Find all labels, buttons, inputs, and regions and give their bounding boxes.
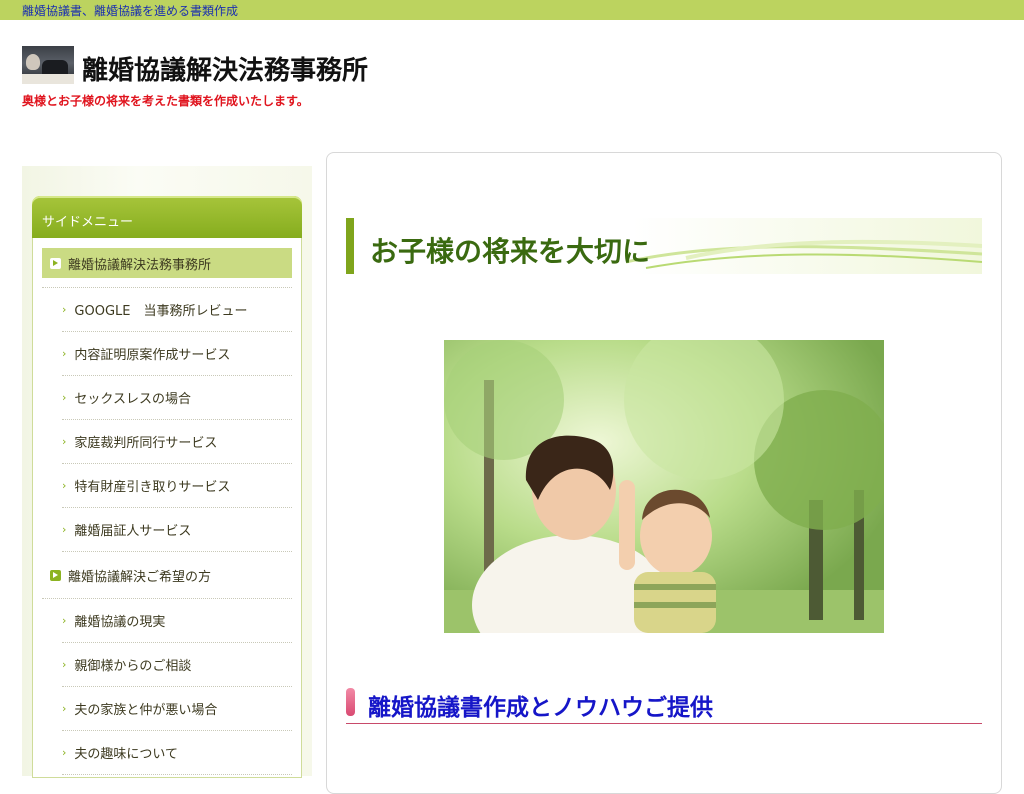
sidebar-item-label: GOOGLE 当事務所レビュー (74, 304, 248, 319)
sidebar-item[interactable]: 離婚協議解決ご希望の方 (42, 552, 292, 599)
chevron-right-icon: › (62, 303, 67, 316)
sidebar-header: サイドメニュー (32, 196, 302, 238)
section-heading: 離婚協議書作成とノウハウご提供 (346, 684, 982, 724)
sidebar-item-label: 家庭裁判所同行サービス (74, 436, 218, 451)
chevron-right-icon: › (62, 702, 67, 715)
sidebar-item[interactable]: › 夫の趣味について (62, 731, 292, 775)
sidebar-item-inner: › セックスレスの場合 (62, 388, 191, 407)
sidebar-item[interactable]: 離婚協議解決法務事務所 (42, 248, 292, 288)
sidebar-item[interactable]: › 特有財産引き取りサービス (62, 464, 292, 508)
sidebar-item[interactable]: › GOOGLE 当事務所レビュー (62, 288, 292, 332)
heading-swoosh-decoration (626, 239, 982, 269)
sidebar-item-inner: › 夫の趣味について (62, 743, 178, 762)
sidebar-item-inner: › 特有財産引き取りサービス (62, 476, 230, 495)
chevron-right-icon: › (62, 435, 67, 448)
site-title[interactable]: 離婚協議解決法務事務所 (82, 50, 368, 87)
sidebar-item-inner: 離婚協議解決法務事務所 (42, 248, 292, 278)
sidebar-item-inner: › 親御様からのご相談 (62, 655, 191, 674)
page-heading-text: お子様の将来を大切に (370, 235, 651, 268)
sidebar-item-inner: › GOOGLE 当事務所レビュー (62, 300, 247, 319)
page-heading: お子様の将来を大切に (346, 218, 982, 274)
photo-illustration (444, 340, 884, 633)
sidebar-item[interactable]: › 離婚届証人サービス (62, 508, 292, 552)
sidebar-item-label: 夫の家族と仲が悪い場合 (74, 703, 218, 718)
chevron-right-icon: › (62, 391, 67, 404)
section-heading-accent (346, 688, 355, 716)
sidebar-item[interactable]: › セックスレスの場合 (62, 376, 292, 420)
chevron-right-icon: › (62, 746, 67, 759)
chevron-right-icon: › (62, 523, 67, 536)
sidebar-item-inner: 離婚協議解決ご希望の方 (42, 566, 211, 585)
sidebar-item-label: 夫の趣味について (74, 747, 179, 762)
site-tagline: 奥様とお子様の将来を考えた書類を作成いたします。 (22, 94, 309, 108)
sidebar-item-label: 離婚届証人サービス (74, 524, 192, 539)
heading-accent-bar (346, 218, 354, 274)
sidebar-item-label: 特有財産引き取りサービス (74, 480, 231, 495)
chevron-right-icon: › (62, 347, 67, 360)
logo-image[interactable] (22, 46, 74, 84)
chevron-right-icon: › (62, 614, 67, 627)
arrow-box-icon (50, 569, 61, 581)
top-banner-link[interactable]: 離婚協議書、離婚協議を進める書類作成 (22, 2, 238, 19)
sidebar-item-inner: › 家庭裁判所同行サービス (62, 432, 217, 451)
sidebar-item-inner: › 夫の家族と仲が悪い場合 (62, 699, 217, 718)
sidebar-item-inner: › 内容証明原案作成サービス (62, 344, 230, 363)
chevron-right-icon: › (62, 658, 67, 671)
logo-person-head (26, 54, 40, 70)
sidebar-item-label: 離婚協議解決法務事務所 (68, 257, 212, 273)
sidebar-item-label: 離婚協議解決ご希望の方 (68, 569, 212, 585)
mother-child-photo (444, 340, 884, 633)
sidebar-item-label: 離婚協議の現実 (74, 615, 166, 630)
chevron-right-icon: › (62, 479, 67, 492)
sidebar-menu: 離婚協議解決法務事務所 › GOOGLE 当事務所レビュー › 内容証明原案作成サービス… (42, 248, 292, 775)
sidebar-item-label: セックスレスの場合 (74, 392, 192, 407)
section-heading-text: 離婚協議書作成とノウハウご提供 (368, 695, 713, 721)
top-banner: 離婚協議書、離婚協議を進める書類作成 (0, 0, 1024, 20)
sidebar-item[interactable]: › 家庭裁判所同行サービス (62, 420, 292, 464)
sidebar-item[interactable]: › 内容証明原案作成サービス (62, 332, 292, 376)
sidebar-header-label: サイドメニュー (42, 215, 134, 230)
sidebar-item[interactable]: › 夫の家族と仲が悪い場合 (62, 687, 292, 731)
sidebar-item[interactable]: › 親御様からのご相談 (62, 643, 292, 687)
sidebar-item-label: 内容証明原案作成サービス (74, 348, 231, 363)
logo-desk (22, 74, 74, 84)
sidebar-item-inner: › 離婚届証人サービス (62, 520, 191, 539)
sidebar-item-label: 親御様からのご相談 (74, 659, 192, 674)
sidebar-item-inner: › 離婚協議の現実 (62, 611, 165, 630)
arrow-box-icon (50, 257, 61, 269)
sidebar-item[interactable]: › 離婚協議の現実 (62, 599, 292, 643)
